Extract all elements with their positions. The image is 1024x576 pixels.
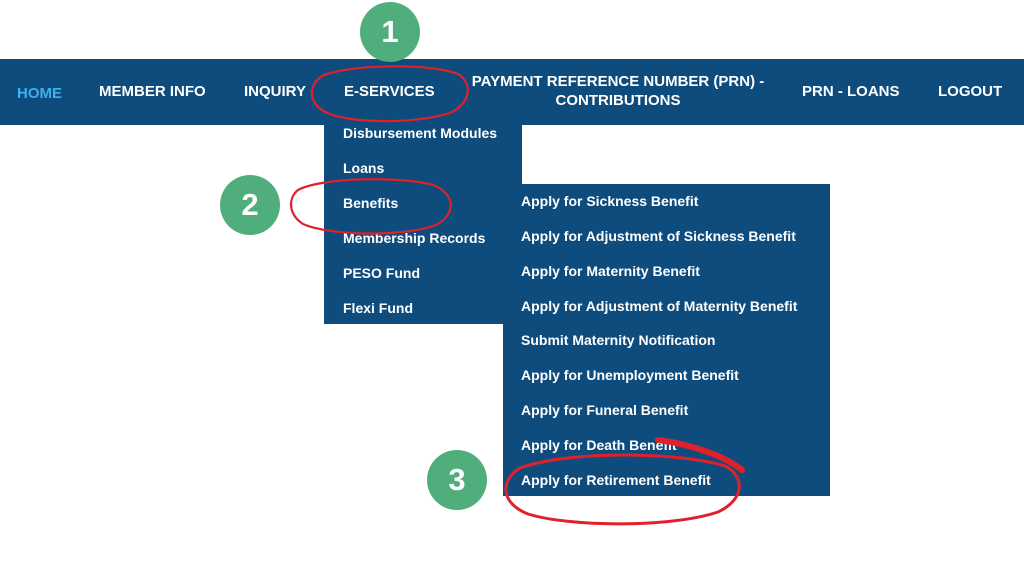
nav-home[interactable]: HOME [17,84,62,103]
benefits-submenu: Apply for Sickness Benefit Apply for Adj… [503,184,830,496]
step-badge-1: 1 [360,2,420,62]
menu-item-adjustment-maternity-benefit[interactable]: Apply for Adjustment of Maternity Benefi… [521,297,797,315]
nav-prn-contributions-line1: PAYMENT REFERENCE NUMBER (PRN) - [471,73,765,90]
menu-item-adjustment-sickness-benefit[interactable]: Apply for Adjustment of Sickness Benefit [521,227,796,245]
menu-item-maternity-benefit[interactable]: Apply for Maternity Benefit [521,262,700,280]
step-badge-3: 3 [427,450,487,510]
menu-item-unemployment-benefit[interactable]: Apply for Unemployment Benefit [521,366,739,384]
nav-prn-loans[interactable]: PRN - LOANS [802,82,900,101]
menu-item-sickness-benefit[interactable]: Apply for Sickness Benefit [521,192,698,210]
menu-item-flexi-fund[interactable]: Flexi Fund [343,299,413,317]
menu-item-loans[interactable]: Loans [343,159,384,177]
step-badge-2: 2 [220,175,280,235]
nav-member-info[interactable]: MEMBER INFO [99,82,206,101]
menu-item-maternity-notification[interactable]: Submit Maternity Notification [521,331,715,349]
menu-item-death-benefit[interactable]: Apply for Death Benefit [521,436,677,454]
main-navbar: HOME MEMBER INFO INQUIRY E-SERVICES PAYM… [0,59,1024,125]
nav-prn-contributions[interactable]: PAYMENT REFERENCE NUMBER (PRN) - CONTRIB… [468,72,768,110]
menu-item-benefits[interactable]: Benefits [343,194,398,212]
nav-e-services[interactable]: E-SERVICES [344,82,435,101]
menu-item-membership-records[interactable]: Membership Records [343,229,485,247]
nav-prn-contributions-line2: CONTRIBUTIONS [555,92,681,109]
menu-item-disbursement-modules[interactable]: Disbursement Modules [343,124,497,142]
menu-item-retirement-benefit[interactable]: Apply for Retirement Benefit [521,471,711,489]
menu-item-peso-fund[interactable]: PESO Fund [343,264,420,282]
nav-logout[interactable]: LOGOUT [938,82,1002,101]
menu-item-funeral-benefit[interactable]: Apply for Funeral Benefit [521,401,688,419]
e-services-dropdown: Disbursement Modules Loans Benefits Memb… [324,119,522,324]
nav-inquiry[interactable]: INQUIRY [244,82,306,101]
